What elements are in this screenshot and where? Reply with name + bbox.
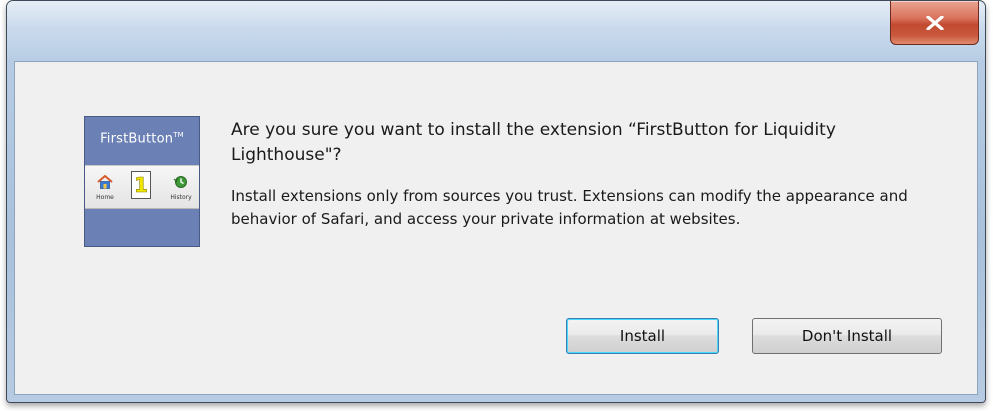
home-item: Home xyxy=(95,174,115,201)
home-label: Home xyxy=(96,194,114,201)
trademark-mark: TM xyxy=(173,131,184,139)
dont-install-button[interactable]: Don't Install xyxy=(752,318,942,354)
home-icon xyxy=(97,174,113,189)
install-extension-dialog: FirstButtonTM Home 1 History Are you sur… xyxy=(6,0,986,403)
history-label: History xyxy=(170,194,192,201)
extension-icon: FirstButtonTM Home 1 History xyxy=(84,116,200,247)
close-button[interactable] xyxy=(890,1,979,45)
button-number-one: 1 xyxy=(131,171,151,199)
confirmation-question: Are you sure you want to install the ext… xyxy=(231,120,836,165)
dialog-message: Are you sure you want to install the ext… xyxy=(231,118,951,231)
history-icon xyxy=(173,176,187,188)
history-item: History xyxy=(169,174,193,201)
extension-brand: FirstButtonTM xyxy=(100,131,184,147)
title-bar[interactable] xyxy=(7,1,985,61)
extension-toolbar-preview: Home 1 History xyxy=(85,165,199,209)
close-icon xyxy=(925,15,944,30)
dialog-content: FirstButtonTM Home 1 History Are you sur… xyxy=(14,61,978,395)
install-button[interactable]: Install xyxy=(566,318,719,354)
trust-warning-text: Install extensions only from sources you… xyxy=(231,187,908,228)
